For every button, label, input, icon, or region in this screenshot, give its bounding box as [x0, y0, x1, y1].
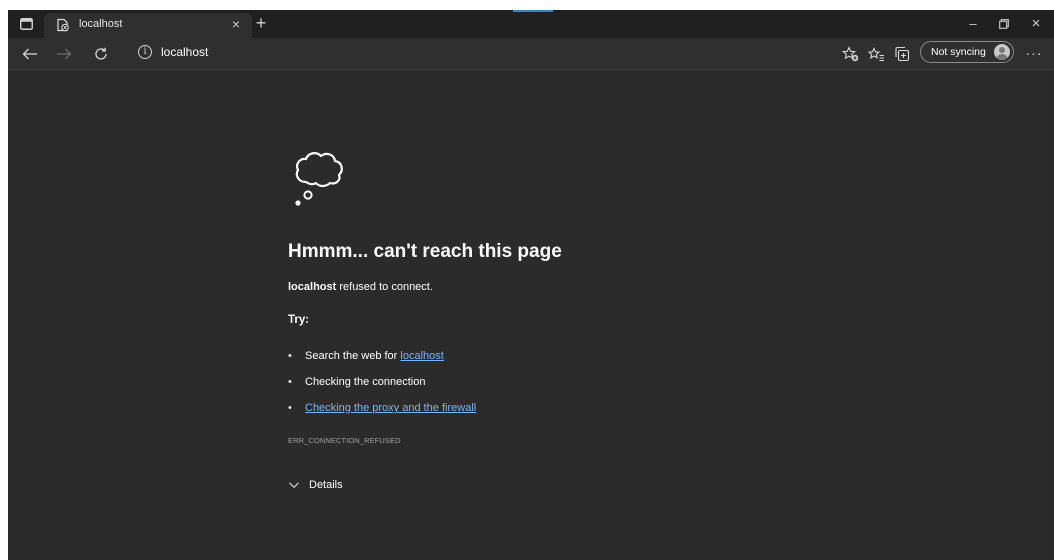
avatar-head: [999, 47, 1005, 53]
thought-cloud-icon: [295, 152, 343, 206]
site-info-icon[interactable]: i: [138, 45, 152, 59]
proxy-firewall-link[interactable]: Checking the proxy and the firewall: [305, 402, 476, 414]
back-button[interactable]: [20, 44, 40, 64]
error-code: ERR_CONNECTION_REFUSED: [288, 436, 401, 445]
avatar: [994, 44, 1010, 60]
tab-localhost[interactable]: localhost ×: [44, 13, 252, 38]
forward-button[interactable]: [54, 44, 74, 64]
avatar-body: [996, 54, 1008, 60]
refresh-icon: [95, 47, 107, 60]
new-tab-button[interactable]: +: [251, 14, 271, 34]
window-drag-accent: [513, 10, 553, 12]
suggestion-connection: • Checking the connection: [288, 376, 425, 388]
minimize-button[interactable]: –: [963, 14, 983, 34]
profile-button[interactable]: Not syncing: [920, 41, 1014, 63]
collections-button[interactable]: [892, 44, 912, 64]
bullet: •: [288, 350, 292, 362]
add-favorite-icon: [841, 46, 858, 62]
error-page: Hmmm... can't reach this page localhost …: [8, 70, 1054, 560]
bullet: •: [288, 402, 292, 414]
suggestion-search: • Search the web for localhost: [288, 350, 444, 362]
tab-title: localhost: [79, 18, 123, 30]
add-favorite-button[interactable]: [840, 44, 860, 64]
search-web-link[interactable]: localhost: [400, 350, 443, 362]
tab-close-button[interactable]: ×: [228, 16, 244, 32]
tab-actions-button[interactable]: [18, 16, 34, 32]
try-label: Try:: [288, 314, 310, 326]
navigation-toolbar: i localhost Not syncing ···: [8, 38, 1054, 70]
suggestion-search-text: Search the web for: [305, 350, 401, 362]
browser-window: localhost × + – × i localhost Not syncin…: [8, 10, 1054, 560]
error-host: localhost: [288, 281, 337, 293]
collections-icon: [895, 46, 910, 62]
restore-icon: [999, 19, 1009, 29]
back-arrow-icon: [22, 48, 37, 60]
profile-status-label: Not syncing: [931, 46, 986, 58]
suggestion-connection-text: Checking the connection: [305, 376, 426, 388]
error-message-text: refused to connect.: [336, 281, 433, 293]
settings-and-more-button[interactable]: ···: [1024, 44, 1044, 64]
close-window-button[interactable]: ×: [1026, 14, 1046, 34]
details-label: Details: [309, 479, 343, 491]
error-message: localhost refused to connect.: [288, 281, 433, 293]
error-heading: Hmmm... can't reach this page: [288, 241, 562, 262]
restore-button[interactable]: [994, 14, 1014, 34]
chevron-down-icon: [289, 482, 299, 489]
address-bar-url[interactable]: localhost: [161, 45, 208, 59]
suggestion-proxy: • Checking the proxy and the firewall: [288, 402, 476, 414]
favorites-button[interactable]: [866, 44, 886, 64]
favorites-icon: [867, 46, 884, 61]
tab-actions-icon: [19, 18, 33, 30]
tab-strip: localhost × + – ×: [8, 10, 1054, 38]
details-toggle[interactable]: Details: [288, 479, 343, 491]
bullet: •: [288, 376, 292, 388]
page-favicon-icon: [57, 18, 69, 32]
refresh-button[interactable]: [91, 44, 111, 64]
forward-arrow-icon: [57, 48, 72, 60]
